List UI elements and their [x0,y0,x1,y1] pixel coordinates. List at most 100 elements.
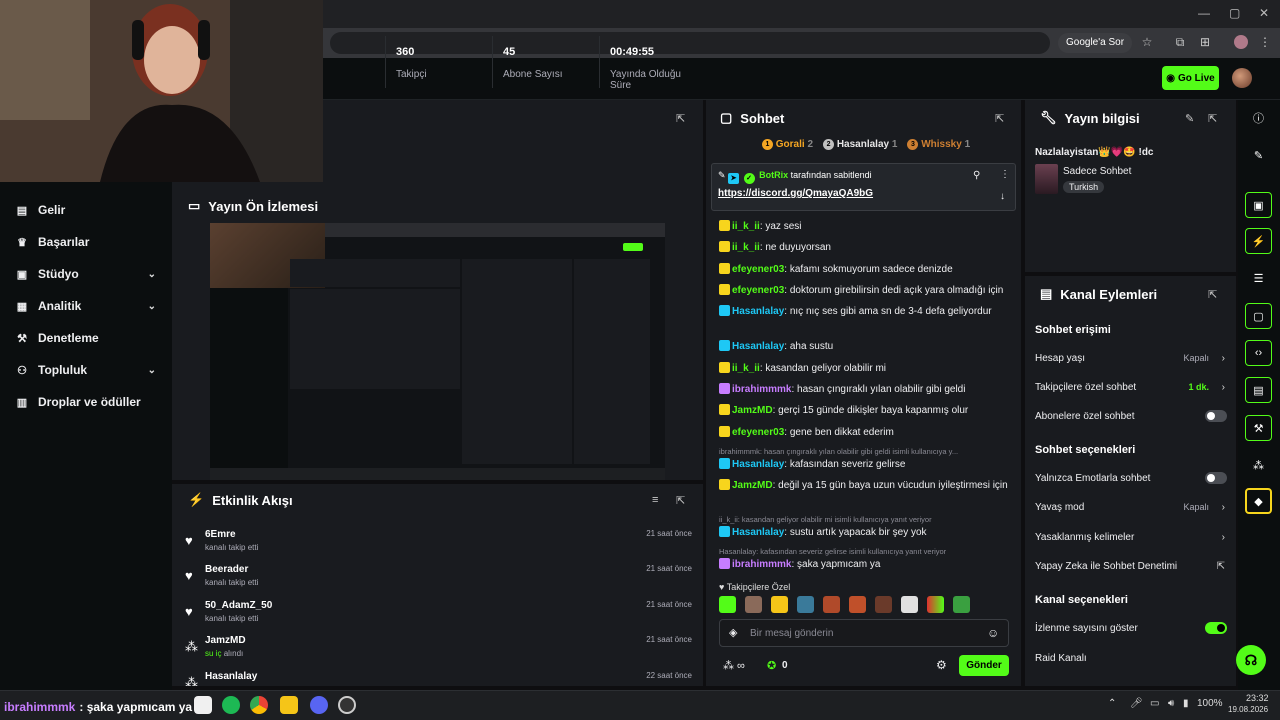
sidebar-item-analitik[interactable]: ▦ Analitik ⌄ [16,295,166,317]
chat-username[interactable]: JamzMD [732,405,773,416]
send-button[interactable]: Gönder [959,655,1009,676]
option-show-viewers[interactable]: İzlenme sayısını göster [1035,620,1227,636]
emoji-icon[interactable]: ☺ [987,626,999,640]
chat-username[interactable]: Hasanlalay [732,306,784,317]
chat-message[interactable]: ibrahimmmk: hasan çıngıraklı yılan olabi… [719,382,1019,398]
profile-icon[interactable] [1234,35,1248,49]
wrench-icon[interactable]: ⚒ [1245,415,1272,441]
chat-username[interactable]: efeyener03 [732,264,784,275]
chat-message[interactable]: JamzMD: gerçi 15 günde dikişler baya kap… [719,403,1019,419]
option-hesap-yasi[interactable]: Hesap yaşı Kapalı › [1035,350,1227,366]
close-window-icon[interactable]: ✕ [1259,6,1269,20]
obs-icon[interactable] [338,696,356,714]
leader-1[interactable]: 1 Gorali 2 [762,139,813,150]
expand-icon[interactable]: ⇱ [995,112,1004,125]
chat-message[interactable]: Hasanlalay: nıç nıç ses gibi ama sn de 3… [719,304,1019,320]
menu-dots-icon[interactable]: ⋮ [1258,35,1272,49]
option-raid[interactable]: Raid Kanalı [1035,650,1227,666]
battery-icon[interactable]: ▮ [1183,698,1189,709]
emote[interactable] [719,596,736,613]
edit-icon[interactable]: ✎ [1185,112,1194,125]
expand-icon[interactable]: ⇱ [676,494,685,507]
gear-icon[interactable]: ⚙ [936,658,947,672]
puzzle-icon[interactable]: ⊞ [1198,35,1212,49]
stream-preview-video[interactable] [210,223,665,480]
more-icon[interactable]: ⋮ [1000,169,1010,180]
chat-username[interactable]: efeyener03 [732,427,784,438]
emote[interactable] [745,596,762,613]
emote[interactable] [823,596,840,613]
info-icon[interactable]: ⓘ [1245,105,1272,131]
help-headset-icon[interactable]: ☊ [1236,645,1266,675]
expand-icon[interactable]: ⇱ [1208,288,1217,301]
leader-2[interactable]: 2 Hasanlalay 1 [823,139,897,150]
chat-username[interactable]: Hasanlalay [732,527,784,538]
chat-input[interactable]: ◈ Bir mesaj gönderin ☺ [719,619,1009,647]
chat-message[interactable]: efeyener03: doktorum girebilirsin dedi a… [719,283,1019,299]
emote[interactable] [771,596,788,613]
extension-icon[interactable]: ⧉ [1173,35,1187,49]
pin-icon[interactable]: ⚲ [973,170,980,181]
toggle-switch[interactable] [1205,472,1227,484]
chat-username[interactable]: ii_k_ii [732,363,760,374]
display-icon[interactable]: ▭ [1150,698,1159,709]
volume-icon[interactable]: 🔊︎ [1168,698,1174,709]
arrow-down-icon[interactable]: ↓ [1000,191,1005,202]
google-ask-button[interactable]: Google'a Sor [1058,33,1133,53]
pen-icon[interactable]: ✎ [1245,142,1272,168]
chat-username[interactable]: Hasanlalay [732,341,784,352]
list-icon[interactable]: ☰ [1245,265,1272,291]
chat-message[interactable]: Hasanlalay: kafasından severiz gelirse [719,457,1019,473]
discord-icon[interactable] [310,696,328,714]
chat-username[interactable]: efeyener03 [732,285,784,296]
emote[interactable] [953,596,970,613]
lightning-icon[interactable]: ⚡ [1245,228,1272,254]
emote[interactable] [901,596,918,613]
option-banned-words[interactable]: Yasaklanmış kelimeler › [1035,529,1227,545]
chat-message[interactable]: efeyener03: kafamı sokmuyorum sadece den… [719,262,1019,278]
chat-username[interactable]: JamzMD [732,480,773,491]
option-slow-mode[interactable]: Yavaş mod Kapalı › [1035,499,1227,515]
sidebar-item-topluluk[interactable]: ⚇ Topluluk ⌄ [16,359,166,381]
toggle-switch[interactable] [1205,622,1227,634]
chat-username[interactable]: ii_k_ii [732,221,760,232]
chevron-up-icon[interactable]: ⌃ [1108,698,1116,709]
expand-icon[interactable]: ⇱ [1208,112,1217,125]
option-ai-moderation[interactable]: Yapay Zeka ile Sohbet Denetimi ⇱ [1035,558,1227,574]
mic-icon[interactable]: 🎤︎ [1130,698,1143,709]
spotify-icon[interactable] [222,696,240,714]
chat-message[interactable]: ii_k_ii: kasandan geliyor olabilir mi [719,361,1019,377]
chat-username[interactable]: Hasanlalay [732,459,784,470]
layers-icon[interactable]: ▤ [1245,377,1272,403]
widget-icon[interactable]: ▣ [1245,192,1272,218]
chat-message[interactable]: Hasanlalay: aha sustu [719,339,1019,355]
sidebar-item-studyo[interactable]: ▣ Stüdyo ⌄ [16,263,166,285]
chat-message[interactable]: ibrahimmmk: şaka yapmıcam ya [719,557,1019,573]
points-icon[interactable]: ⁂ [1245,452,1272,478]
code-icon[interactable]: ‹› [1245,340,1272,366]
sidebar-item-basarilar[interactable]: ♛ Başarılar [16,231,166,253]
toggle-switch[interactable] [1205,410,1227,422]
leader-3[interactable]: 3 Whissky 1 [907,139,970,150]
emote[interactable] [849,596,866,613]
tag-icon[interactable]: ◆ [1245,488,1272,514]
chat-icon[interactable]: ▢ [1245,303,1272,329]
option-abone-sohbet[interactable]: Abonelere özel sohbet [1035,408,1227,424]
filter-icon[interactable]: ≡ [652,494,658,506]
star-icon[interactable]: ☆ [1140,35,1154,49]
chat-message[interactable]: Hasanlalay: sustu artık yapacak bir şey … [719,525,1019,541]
chat-username[interactable]: ii_k_ii [732,242,760,253]
chat-username[interactable]: ibrahimmmk [732,384,791,395]
chat-settings-icon[interactable]: ◈ [729,626,737,639]
minimize-icon[interactable]: — [1198,6,1210,20]
sidebar-item-droplar[interactable]: ▥ Droplar ve ödüller [16,391,166,413]
maximize-icon[interactable]: ▢ [1229,6,1240,20]
expand-icon[interactable]: ⇱ [676,112,685,125]
pinned-link[interactable]: https://discord.gg/QmayaQA9bG [718,188,873,199]
chat-message[interactable]: ii_k_ii: ne duyuyorsan [719,240,1019,256]
chat-username[interactable]: ibrahimmmk [732,559,791,570]
emote[interactable] [797,596,814,613]
sidebar-item-gelir[interactable]: ▤ Gelir [16,199,166,221]
option-takipci-sohbet[interactable]: Takipçilere özel sohbet 1 dk. › [1035,379,1227,395]
go-live-button[interactable]: ◉ Go Live [1162,66,1219,90]
